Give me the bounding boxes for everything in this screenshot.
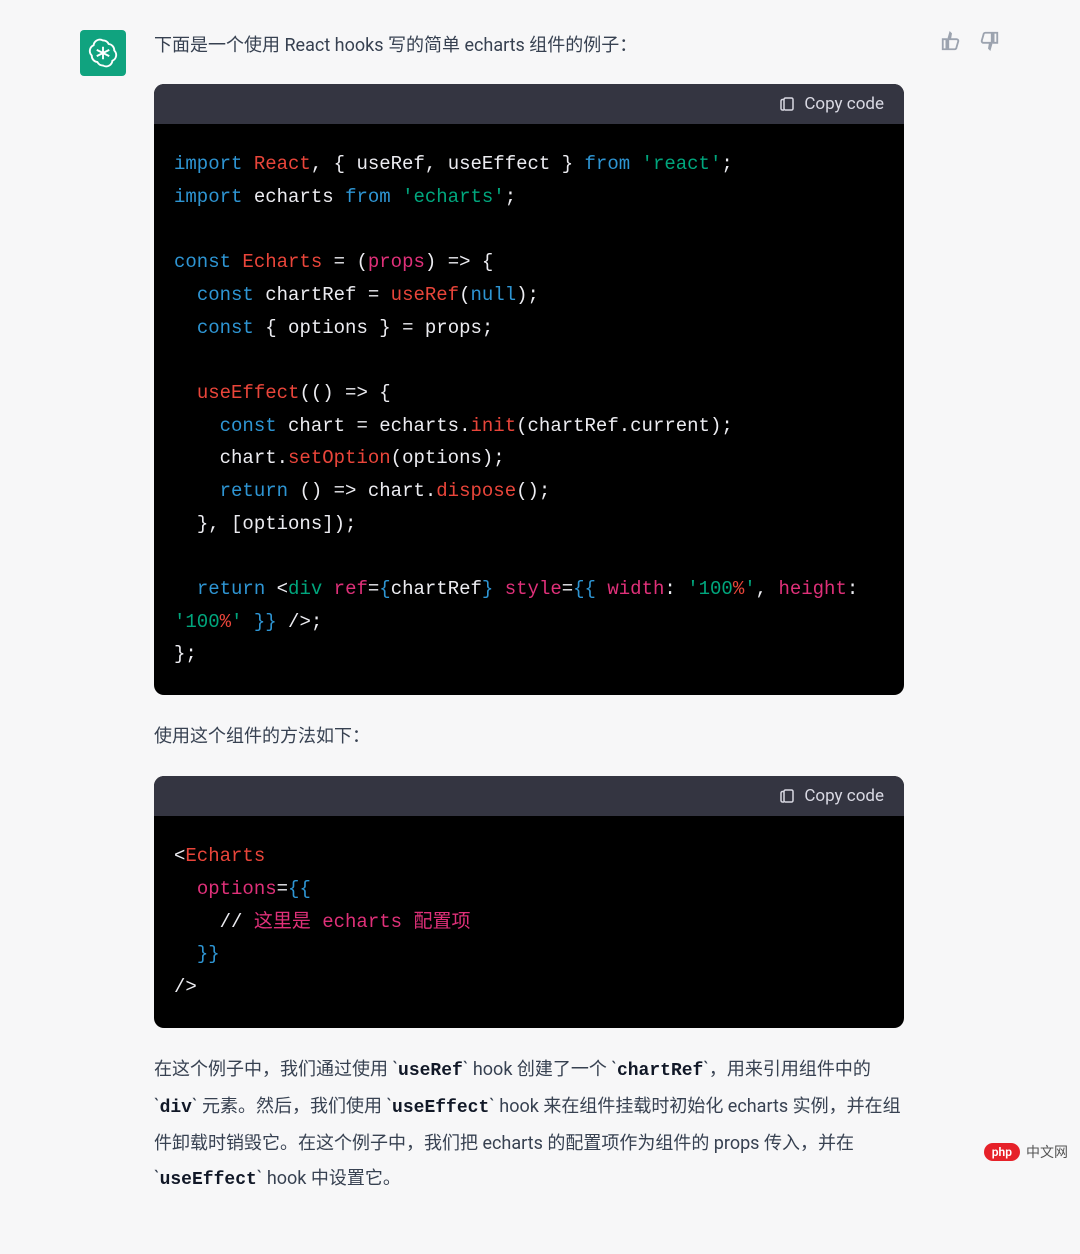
site-watermark: php 中文网 [984, 1142, 1068, 1162]
assistant-avatar [80, 30, 126, 76]
copy-code-button[interactable]: Copy code [778, 786, 884, 806]
clipboard-icon [778, 95, 796, 113]
openai-logo-icon [88, 38, 118, 68]
copy-code-button[interactable]: Copy code [778, 94, 884, 114]
paragraph-2: 使用这个组件的方法如下： [154, 719, 904, 754]
thumbs-down-icon [978, 30, 1000, 52]
thumbs-down-button[interactable] [978, 30, 1000, 52]
clipboard-icon [778, 787, 796, 805]
code-header: Copy code [154, 776, 904, 816]
thumbs-up-icon [940, 30, 962, 52]
watermark-text: 中文网 [1026, 1142, 1068, 1162]
code-block-2: Copy code <Echarts options={{ // 这里是 ech… [154, 776, 904, 1027]
watermark-badge: php [984, 1143, 1020, 1161]
explanation-text: 在这个例子中，我们通过使用 `useRef` hook 创建了一个 `chart… [154, 1052, 904, 1198]
thumbs-up-button[interactable] [940, 30, 962, 52]
copy-label: Copy code [804, 94, 884, 114]
code-header: Copy code [154, 84, 904, 124]
code-content-2[interactable]: <Echarts options={{ // 这里是 echarts 配置项 }… [154, 816, 904, 1027]
intro-text: 下面是一个使用 React hooks 写的简单 echarts 组件的例子： [154, 30, 904, 62]
code-block-1: Copy code import React, { useRef, useEff… [154, 84, 904, 695]
copy-label: Copy code [804, 786, 884, 806]
feedback-buttons [940, 30, 1000, 52]
message-content: 下面是一个使用 React hooks 写的简单 echarts 组件的例子： … [154, 30, 904, 1220]
code-content-1[interactable]: import React, { useRef, useEffect } from… [154, 124, 904, 695]
